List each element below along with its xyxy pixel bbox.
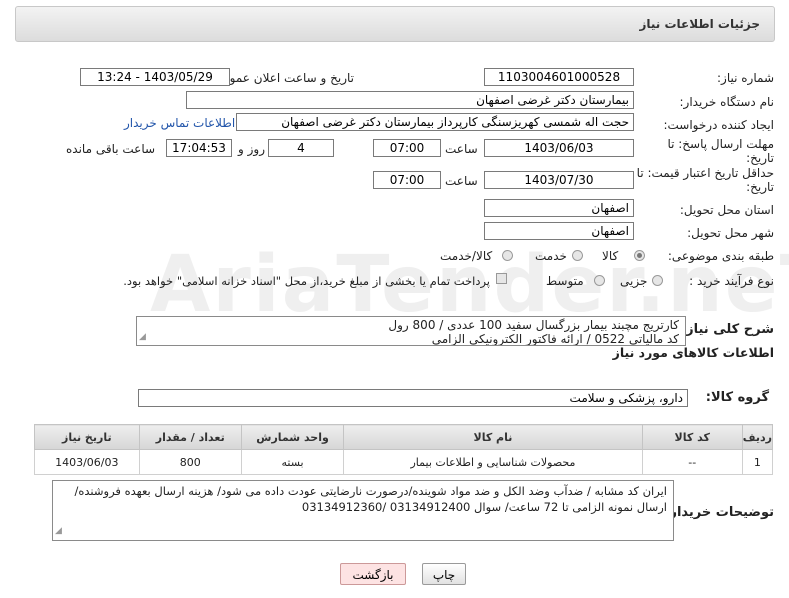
buyer-notes-line-2: ارسال نمونه الزامی تا 72 ساعت/ سوال 0313… [301, 500, 667, 514]
category-label: طبقه بندی موضوعی: [667, 249, 774, 263]
days-label: روز و [238, 142, 265, 156]
goods-group-field: دارو، پزشکی و سلامت [138, 389, 688, 407]
response-time-label: ساعت [445, 142, 478, 156]
cell-item-code: -- [641, 449, 743, 475]
cell-item-name: محصولات شناسایی و اطلاعات بیمار [343, 449, 643, 475]
col-item-code: کد کالا [641, 424, 743, 450]
category-radio-goods-service[interactable] [502, 250, 513, 261]
buyer-contact-link[interactable]: اطلاعات تماس خریدار [124, 116, 235, 130]
buyer-org-label: نام دستگاه خریدار: [679, 95, 775, 109]
buyer-notes-line-1: ایران کد مشابه / ضدآب وضد الکل و ضد مواد… [74, 484, 667, 498]
purchase-type-radio-minor[interactable] [652, 275, 663, 286]
table-row: 1 -- محصولات شناسایی و اطلاعات بیمار بست… [34, 449, 774, 475]
treasury-payment-note: پرداخت تمام یا بخشی از مبلغ خرید،از محل … [123, 274, 490, 288]
announce-datetime-field: 1403/05/29 - 13:24 [80, 68, 230, 86]
treasury-payment-checkbox[interactable] [496, 273, 507, 284]
goods-info-title: اطلاعات کالاهای مورد نیاز [612, 345, 774, 360]
city-field: اصفهان [484, 222, 634, 240]
province-field: اصفهان [484, 199, 634, 217]
cell-row-number: 1 [741, 449, 774, 475]
cell-need-date: 1403/06/03 [34, 449, 140, 475]
buyer-notes-textarea[interactable]: ایران کد مشابه / ضدآب وضد الکل و ضد مواد… [52, 480, 674, 541]
general-description-label: شرح کلی نیاز: [680, 322, 774, 337]
page-title: جزئیات اطلاعات نیاز [639, 17, 760, 31]
print-button[interactable]: چاپ [422, 563, 466, 585]
goods-group-label: گروه کالا: [705, 390, 769, 405]
category-radio-goods[interactable] [634, 250, 645, 261]
buyer-org-field: بیمارستان دکتر غرضی اصفهان [186, 91, 634, 109]
resize-grip-icon[interactable]: ◢ [139, 330, 146, 344]
buyer-notes-label: توضیحات خریدار: [664, 505, 774, 520]
price-validity-label: حداقل تاریخ اعتبار قیمت: تا [636, 166, 774, 180]
price-validity-date: 1403/07/30 [484, 171, 634, 189]
cell-quantity: 800 [138, 449, 242, 475]
purchase-type-radio-medium[interactable] [594, 275, 605, 286]
creator-field: حجت اله شمسی کهریزسنگی کارپرداز بیمارستا… [236, 113, 634, 131]
response-deadline-time: 07:00 [373, 139, 441, 157]
resize-grip-icon[interactable]: ◢ [55, 523, 62, 539]
creator-label: ایجاد کننده درخواست: [663, 118, 774, 132]
response-deadline-label-2: تاریخ: [746, 151, 774, 165]
purchase-type-option-minor: جزیی [620, 274, 648, 288]
general-description-textarea[interactable]: کارتریج مچبند بیمار بزرگسال سفید 100 عدد… [136, 316, 686, 346]
cell-unit: بسته [240, 449, 345, 475]
items-table: ردیف کد کالا نام کالا واحد شمارش تعداد /… [34, 424, 774, 475]
col-item-name: نام کالا [343, 424, 643, 450]
province-label: استان محل تحویل: [679, 203, 774, 217]
items-table-header: ردیف کد کالا نام کالا واحد شمارش تعداد /… [34, 424, 774, 450]
response-deadline-label: مهلت ارسال پاسخ: تا [667, 137, 774, 151]
price-validity-label-2: تاریخ: [746, 180, 774, 194]
col-quantity: تعداد / مقدار [138, 424, 242, 450]
panel-header: جزئیات اطلاعات نیاز [15, 6, 775, 42]
back-button[interactable]: بازگشت [340, 563, 406, 585]
category-option-goods-service: کالا/خدمت [440, 249, 493, 263]
category-radio-service[interactable] [572, 250, 583, 261]
col-row-number: ردیف [741, 424, 774, 450]
price-validity-time: 07:00 [373, 171, 441, 189]
response-deadline-date: 1403/06/03 [484, 139, 634, 157]
general-description-line-1: کارتریج مچبند بیمار بزرگسال سفید 100 عدد… [388, 318, 679, 332]
purchase-type-option-medium: متوسط [546, 274, 584, 288]
category-option-goods: کالا [602, 249, 619, 263]
need-number-field: 1103004601000528 [484, 68, 634, 86]
purchase-type-label: نوع فرآیند خرید : [689, 274, 774, 288]
col-need-date: تاریخ نیاز [34, 424, 140, 450]
category-option-service: خدمت [535, 249, 567, 263]
announce-datetime-label: تاریخ و ساعت اعلان عمومی: [209, 71, 354, 85]
price-validity-time-label: ساعت [445, 174, 478, 188]
days-remaining-field: 4 [268, 139, 334, 157]
general-description-line-2: کد مالیاتی 0522 / ارائه فاکتور الکترونیک… [431, 332, 679, 346]
need-number-label: شماره نیاز: [717, 71, 774, 85]
city-label: شهر محل تحویل: [687, 226, 774, 240]
col-unit: واحد شمارش [240, 424, 345, 450]
time-remaining-label: ساعت باقی مانده [66, 142, 156, 156]
time-remaining-field: 17:04:53 [166, 139, 232, 157]
